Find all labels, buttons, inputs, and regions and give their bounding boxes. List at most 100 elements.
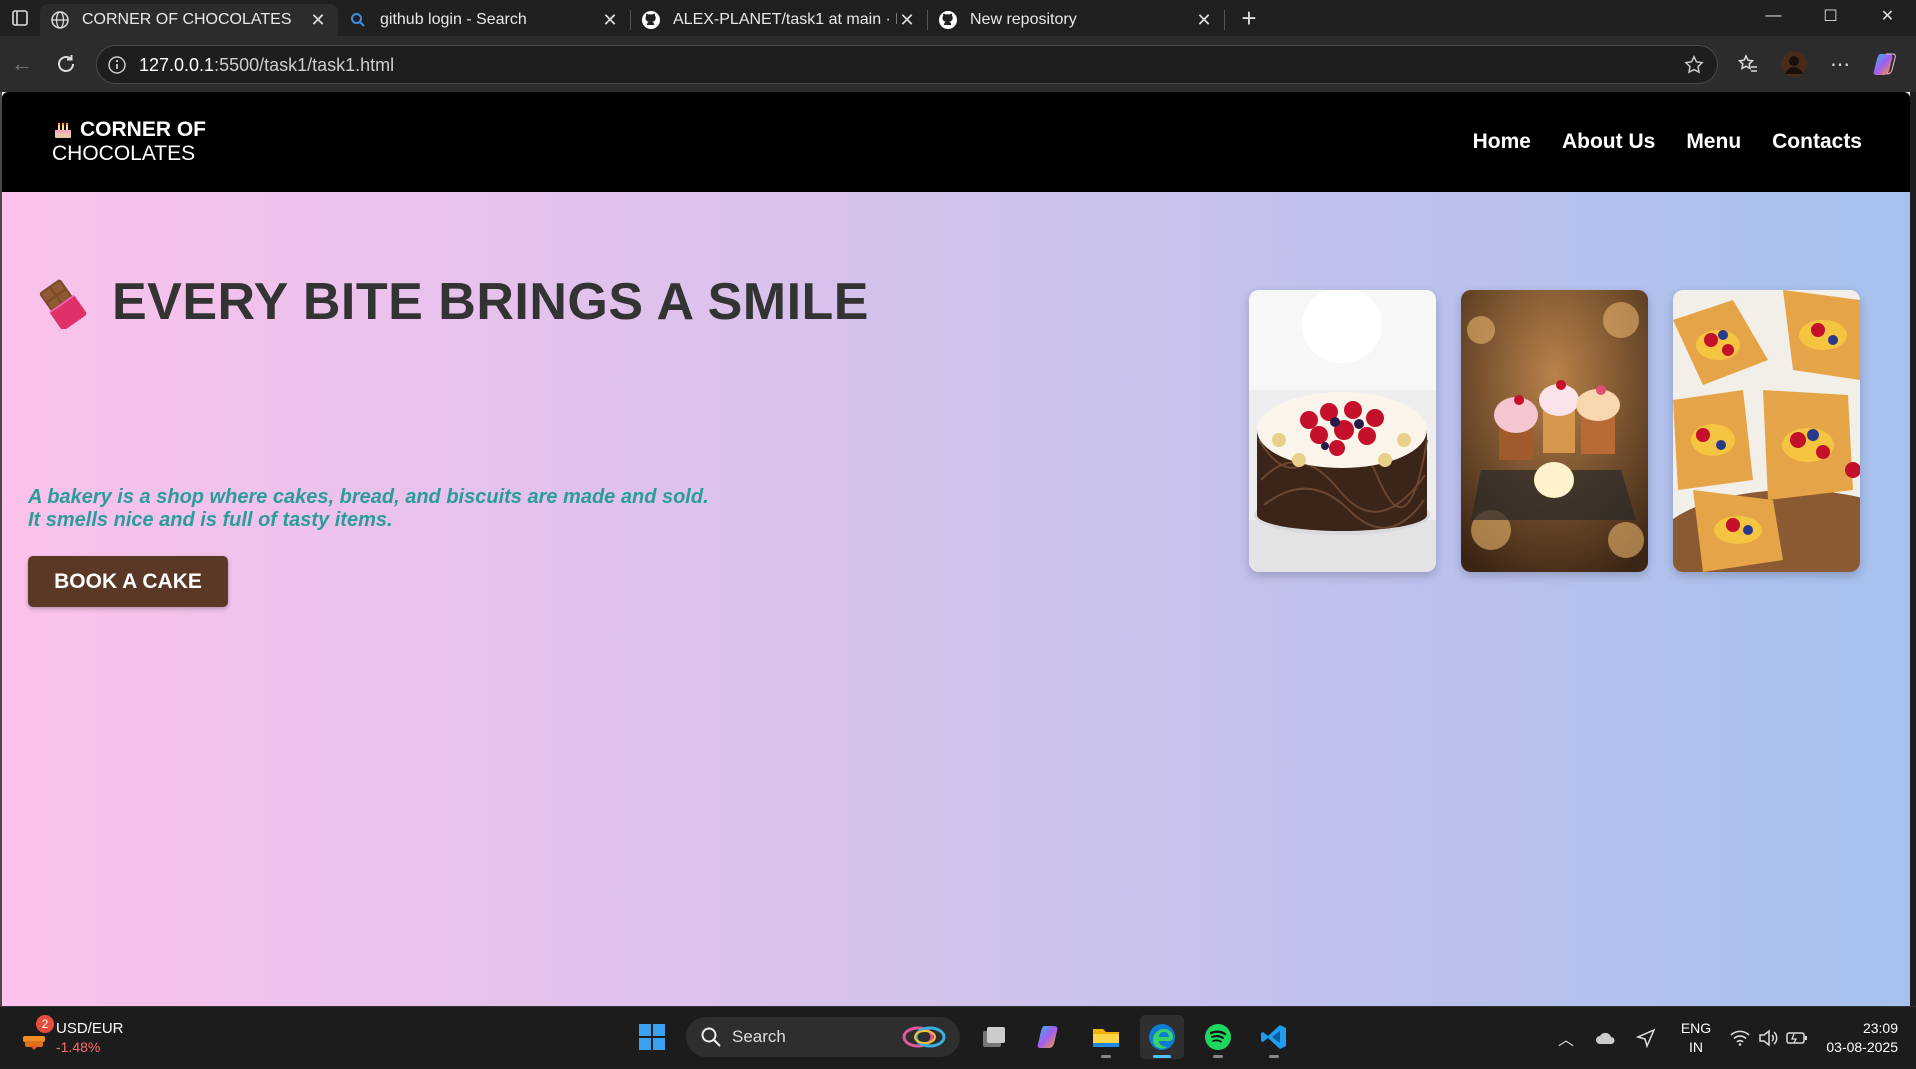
page-viewport: CORNER OF CHOCOLATES Home About Us Menu … bbox=[0, 92, 1916, 1006]
notification-badge: 2 bbox=[36, 1015, 54, 1033]
task-view-button[interactable] bbox=[972, 1015, 1016, 1059]
refresh-icon bbox=[58, 55, 74, 72]
close-tab-icon[interactable]: ✕ bbox=[1194, 10, 1214, 30]
favorites-list-icon bbox=[1737, 54, 1757, 72]
hero-section: EVERY BITE BRINGS A SMILE A bakery is a … bbox=[2, 192, 1910, 1006]
browser-tab-strip: CORNER OF CHOCOLATES ✕ github login - Se… bbox=[0, 0, 1916, 36]
nav-contacts-link[interactable]: Contacts bbox=[1772, 130, 1862, 154]
volume-button[interactable] bbox=[1754, 1018, 1782, 1058]
stock-widget[interactable]: 2 USD/EUR -1.48% bbox=[20, 1015, 124, 1057]
copilot-app-button[interactable] bbox=[1028, 1015, 1072, 1059]
battery-button[interactable] bbox=[1782, 1018, 1812, 1058]
close-icon: ✕ bbox=[1880, 8, 1895, 25]
nav-menu-link[interactable]: Menu bbox=[1686, 130, 1741, 154]
edge-icon bbox=[1149, 1024, 1175, 1050]
windows-taskbar: 2 USD/EUR -1.48% Search ︿ ENG IN 23:09 0… bbox=[0, 1006, 1916, 1068]
start-button[interactable] bbox=[630, 1015, 674, 1059]
running-indicator bbox=[1153, 1055, 1171, 1058]
favorite-star-icon[interactable] bbox=[1683, 54, 1705, 76]
minimize-icon: — bbox=[1765, 7, 1782, 24]
tab-title: github login - Search bbox=[380, 11, 527, 28]
new-tab-button[interactable]: + bbox=[1231, 2, 1267, 34]
tab-github-login-search[interactable]: github login - Search ✕ bbox=[338, 4, 630, 36]
close-tab-icon[interactable]: ✕ bbox=[600, 10, 620, 30]
cloud-icon bbox=[1596, 1032, 1615, 1044]
site-info-icon[interactable] bbox=[107, 55, 127, 75]
back-button[interactable]: ← bbox=[6, 48, 38, 80]
tab-separator bbox=[1224, 10, 1225, 30]
hero-desc-line-1: A bakery is a shop where cakes, bread, a… bbox=[28, 486, 709, 508]
onedrive-button[interactable] bbox=[1586, 1018, 1626, 1058]
site-logo[interactable]: CORNER OF CHOCOLATES bbox=[52, 118, 206, 166]
github-icon bbox=[938, 10, 958, 30]
arrow-left-icon: ← bbox=[11, 51, 33, 76]
clock-time: 23:09 bbox=[1862, 1020, 1898, 1036]
hero-desc-line-2: It smells nice and is full of tasty item… bbox=[28, 509, 393, 531]
windows-logo-icon bbox=[639, 1024, 665, 1050]
file-explorer-button[interactable] bbox=[1084, 1015, 1128, 1059]
refresh-button[interactable] bbox=[50, 48, 82, 80]
address-bar[interactable]: 127.0.0.1:5500/task1/task1.html bbox=[96, 45, 1718, 84]
birthday-cake-icon bbox=[55, 122, 71, 138]
page-scrollbar[interactable] bbox=[1910, 92, 1916, 1006]
task-view-icon bbox=[983, 1027, 1005, 1047]
nav-home-link[interactable]: Home bbox=[1473, 130, 1531, 154]
clock-date: 03-08-2025 bbox=[1826, 1039, 1898, 1055]
show-hidden-icons-button[interactable]: ︿ bbox=[1546, 1018, 1586, 1058]
cupcakes-display-image bbox=[1461, 290, 1648, 572]
tab-new-repository[interactable]: New repository ✕ bbox=[928, 4, 1224, 36]
plus-icon: + bbox=[1241, 2, 1257, 33]
tab-title: ALEX-PLANET/task1 at main · Hyn bbox=[673, 11, 897, 28]
fruit-tarts-image bbox=[1673, 290, 1860, 572]
address-toolbar: ← 127.0.0.1:5500/task1/task1.html ⋯ bbox=[0, 36, 1916, 92]
tab-actions-button[interactable] bbox=[0, 0, 40, 36]
copilot-button[interactable] bbox=[1872, 50, 1900, 78]
battery-icon bbox=[1786, 1032, 1807, 1044]
tab-corner-of-chocolates[interactable]: CORNER OF CHOCOLATES ✕ bbox=[40, 4, 338, 36]
globe-icon bbox=[50, 10, 70, 30]
book-a-cake-button[interactable]: BOOK A CAKE bbox=[28, 556, 228, 607]
lang-line-2: IN bbox=[1689, 1039, 1703, 1055]
favorites-button[interactable] bbox=[1734, 50, 1762, 78]
wifi-icon bbox=[1730, 1030, 1750, 1046]
github-icon bbox=[641, 10, 661, 30]
input-language[interactable]: ENG IN bbox=[1666, 1019, 1726, 1057]
tab-actions-icon bbox=[12, 10, 28, 26]
wifi-button[interactable] bbox=[1726, 1018, 1754, 1058]
tab-title: CORNER OF CHOCOLATES bbox=[82, 11, 292, 28]
close-tab-icon[interactable]: ✕ bbox=[897, 10, 917, 30]
vscode-button[interactable] bbox=[1252, 1015, 1296, 1059]
location-button[interactable] bbox=[1626, 1018, 1666, 1058]
main-menu: Home About Us Menu Contacts bbox=[1473, 130, 1862, 154]
hero-title-text: EVERY BITE BRINGS A SMILE bbox=[112, 273, 869, 331]
url-text: 127.0.0.1:5500/task1/task1.html bbox=[139, 55, 394, 76]
copilot-icon bbox=[1873, 53, 1896, 75]
chevron-up-icon: ︿ bbox=[1557, 1032, 1574, 1049]
minimize-button[interactable]: — bbox=[1745, 0, 1802, 32]
url-path: :5500/task1/task1.html bbox=[214, 55, 395, 75]
cake-gallery bbox=[1249, 290, 1860, 572]
vscode-icon bbox=[1261, 1025, 1286, 1049]
profile-avatar[interactable] bbox=[1780, 50, 1808, 78]
avatar bbox=[1781, 51, 1807, 77]
chocolate-bar-icon bbox=[39, 279, 87, 329]
running-indicator bbox=[1213, 1055, 1223, 1058]
nav-about-link[interactable]: About Us bbox=[1562, 130, 1655, 154]
tab-title: New repository bbox=[970, 11, 1077, 28]
taskbar-search[interactable]: Search bbox=[686, 1017, 960, 1057]
search-highlight-icon bbox=[902, 1026, 946, 1048]
close-tab-icon[interactable]: ✕ bbox=[308, 10, 328, 30]
system-tray: ︿ ENG IN 23:09 03-08-2025 bbox=[1546, 1007, 1916, 1069]
stock-name: USD/EUR bbox=[56, 1020, 124, 1037]
tab-alex-planet-task1[interactable]: ALEX-PLANET/task1 at main · Hyn ✕ bbox=[631, 4, 927, 36]
spotify-icon bbox=[1205, 1024, 1231, 1050]
maximize-button[interactable]: ☐ bbox=[1802, 0, 1859, 32]
close-window-button[interactable]: ✕ bbox=[1859, 0, 1916, 32]
running-indicator bbox=[1101, 1055, 1111, 1058]
search-icon bbox=[348, 10, 368, 30]
more-options-button[interactable]: ⋯ bbox=[1826, 50, 1854, 78]
speaker-icon bbox=[1759, 1029, 1778, 1047]
spotify-button[interactable] bbox=[1196, 1015, 1240, 1059]
taskbar-clock[interactable]: 23:09 03-08-2025 bbox=[1812, 1019, 1916, 1057]
edge-browser-button[interactable] bbox=[1140, 1015, 1184, 1059]
